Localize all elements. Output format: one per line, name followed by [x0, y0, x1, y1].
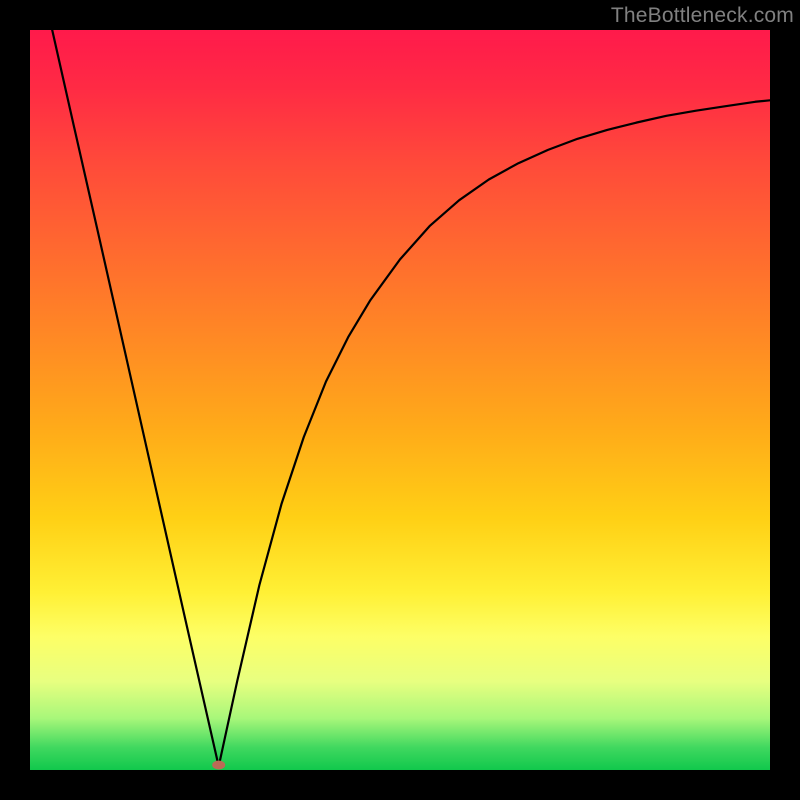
plot-area [30, 30, 770, 770]
watermark-text: TheBottleneck.com [611, 4, 794, 28]
curve-layer [30, 30, 770, 770]
chart-frame: TheBottleneck.com [0, 0, 800, 800]
bottleneck-curve [52, 30, 770, 766]
minimum-marker [212, 761, 225, 770]
